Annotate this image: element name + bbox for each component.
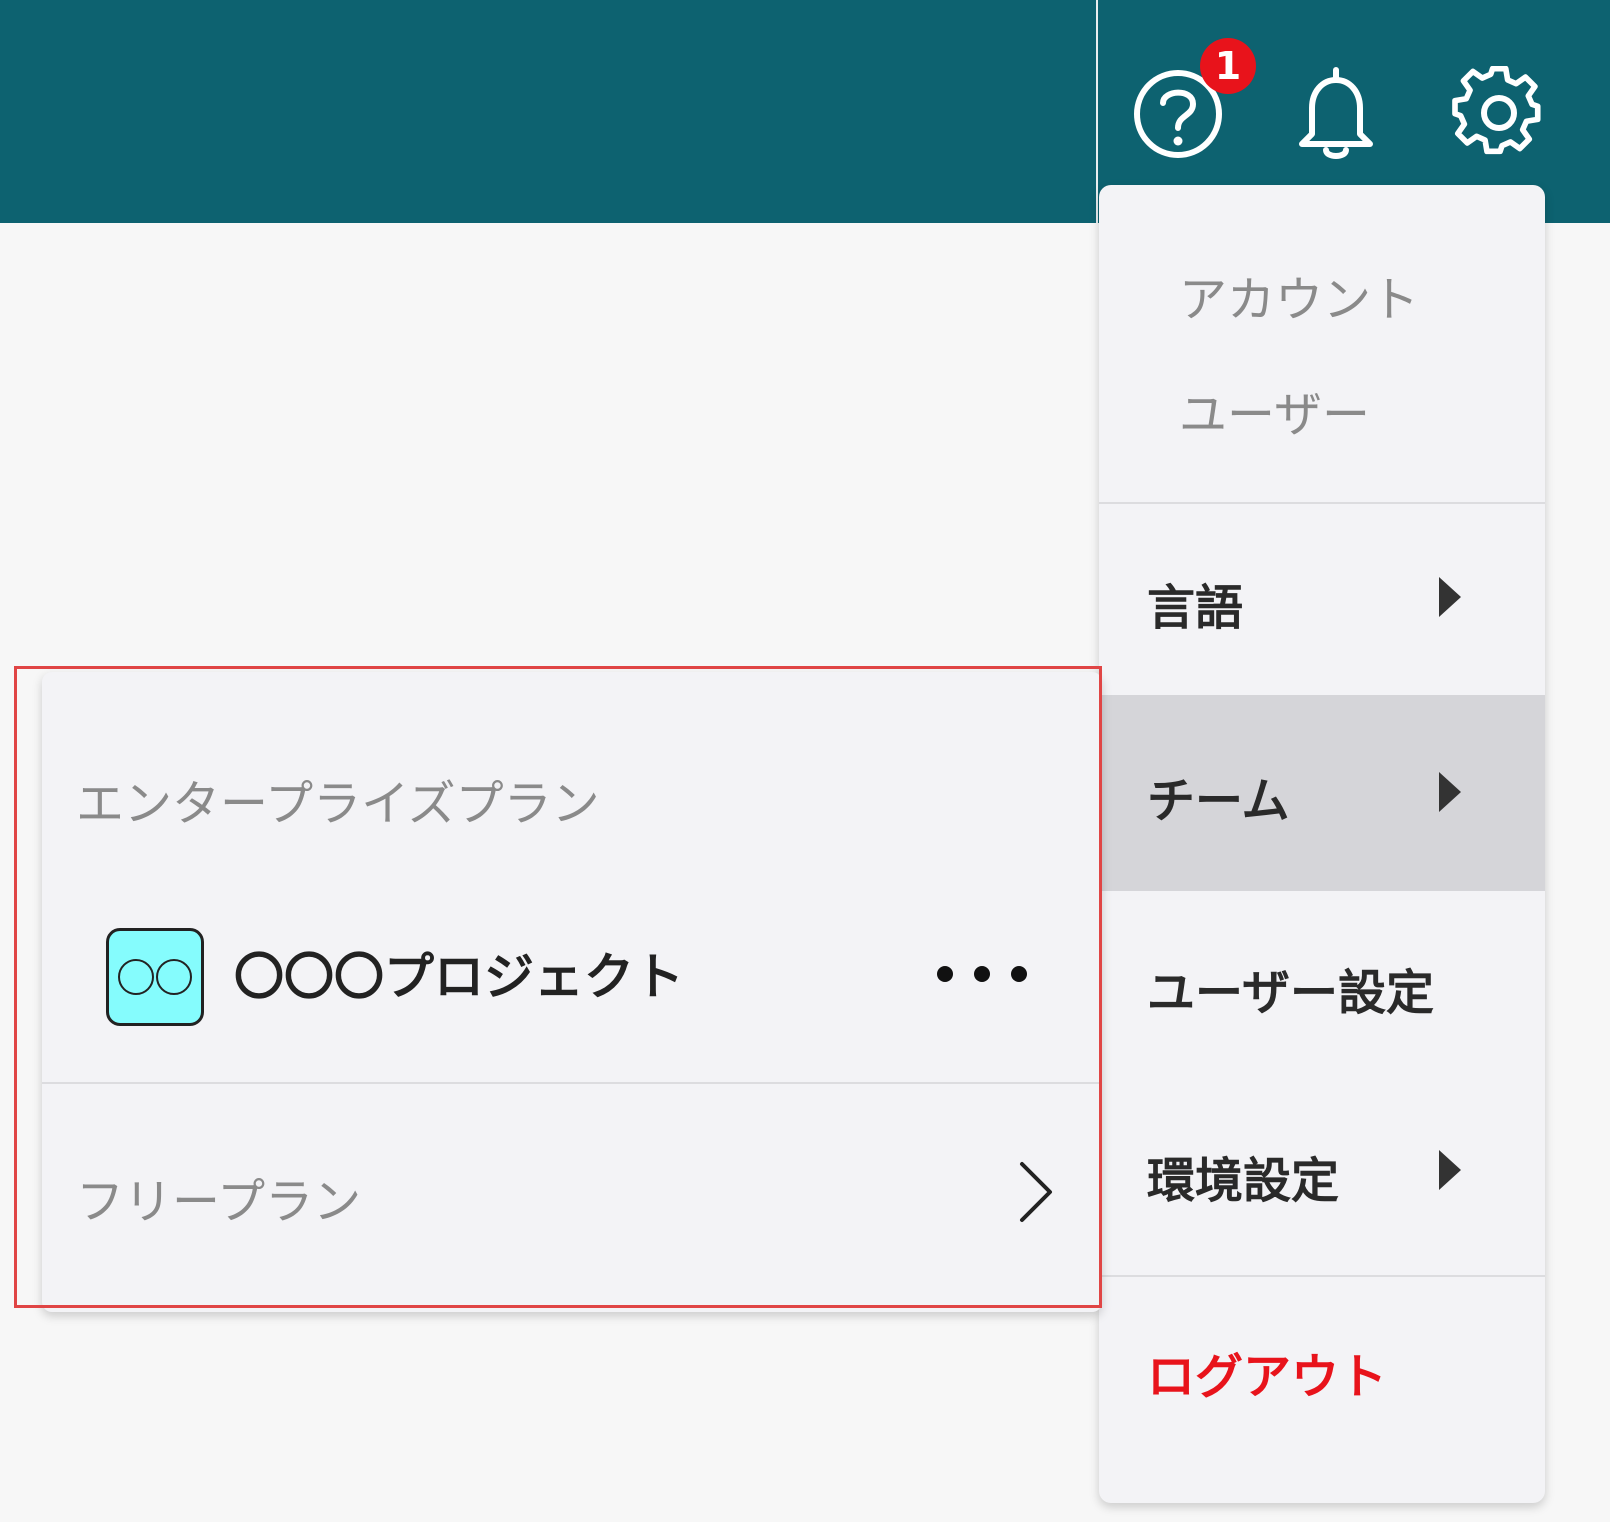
- menu-item-users[interactable]: ユーザー: [1099, 360, 1545, 460]
- menu-item-label: ユーザー: [1179, 387, 1371, 443]
- menu-item-account: アカウント: [1099, 245, 1545, 345]
- caret-right-icon: [1439, 577, 1461, 617]
- menu-item-label: 言語: [1147, 580, 1244, 636]
- project-row[interactable]: 〇〇〇プロジェクト: [42, 904, 1102, 1054]
- enterprise-plan-heading: エンタープライズプラン: [76, 776, 600, 832]
- header-divider: [1096, 0, 1098, 223]
- project-avatar: [106, 928, 204, 1026]
- menu-item-environment[interactable]: 環境設定: [1099, 1081, 1545, 1271]
- bell-icon: [1299, 67, 1373, 159]
- settings-menu: アカウント ユーザー 言語 チーム ユーザー設定 環境設定 ログアウト: [1099, 185, 1545, 1503]
- more-dot-icon: [974, 966, 990, 982]
- menu-item-label: チーム: [1147, 773, 1290, 829]
- team-submenu: エンタープライズプラン 〇〇〇プロジェクト フリープラン: [42, 672, 1102, 1312]
- project-name: 〇〇〇プロジェクト: [234, 948, 684, 1006]
- menu-item-logout[interactable]: ログアウト: [1099, 1277, 1545, 1463]
- menu-item-user-settings[interactable]: ユーザー設定: [1099, 891, 1545, 1081]
- menu-item-label: ユーザー設定: [1147, 965, 1435, 1021]
- more-options-button[interactable]: [937, 954, 1027, 994]
- avatar-circle: [156, 959, 192, 995]
- chevron-right-icon: [1020, 1162, 1052, 1222]
- caret-right-icon: [1439, 1150, 1461, 1190]
- settings-button[interactable]: [1452, 66, 1546, 160]
- gear-icon: [1452, 66, 1541, 155]
- menu-item-label: アカウント: [1179, 272, 1420, 328]
- avatar-circle: [118, 959, 154, 995]
- menu-item-label: 環境設定: [1147, 1153, 1340, 1209]
- notification-badge: 1: [1200, 38, 1256, 94]
- menu-item-language[interactable]: 言語: [1099, 504, 1545, 690]
- logout-label: ログアウト: [1147, 1349, 1388, 1405]
- more-dot-icon: [1011, 966, 1027, 982]
- free-plan-label: フリープラン: [76, 1174, 362, 1230]
- caret-right-icon: [1439, 772, 1461, 812]
- free-plan-row[interactable]: フリープラン: [42, 1084, 1102, 1284]
- menu-item-team[interactable]: チーム: [1099, 695, 1545, 891]
- notifications-button[interactable]: [1294, 64, 1378, 164]
- more-dot-icon: [937, 966, 953, 982]
